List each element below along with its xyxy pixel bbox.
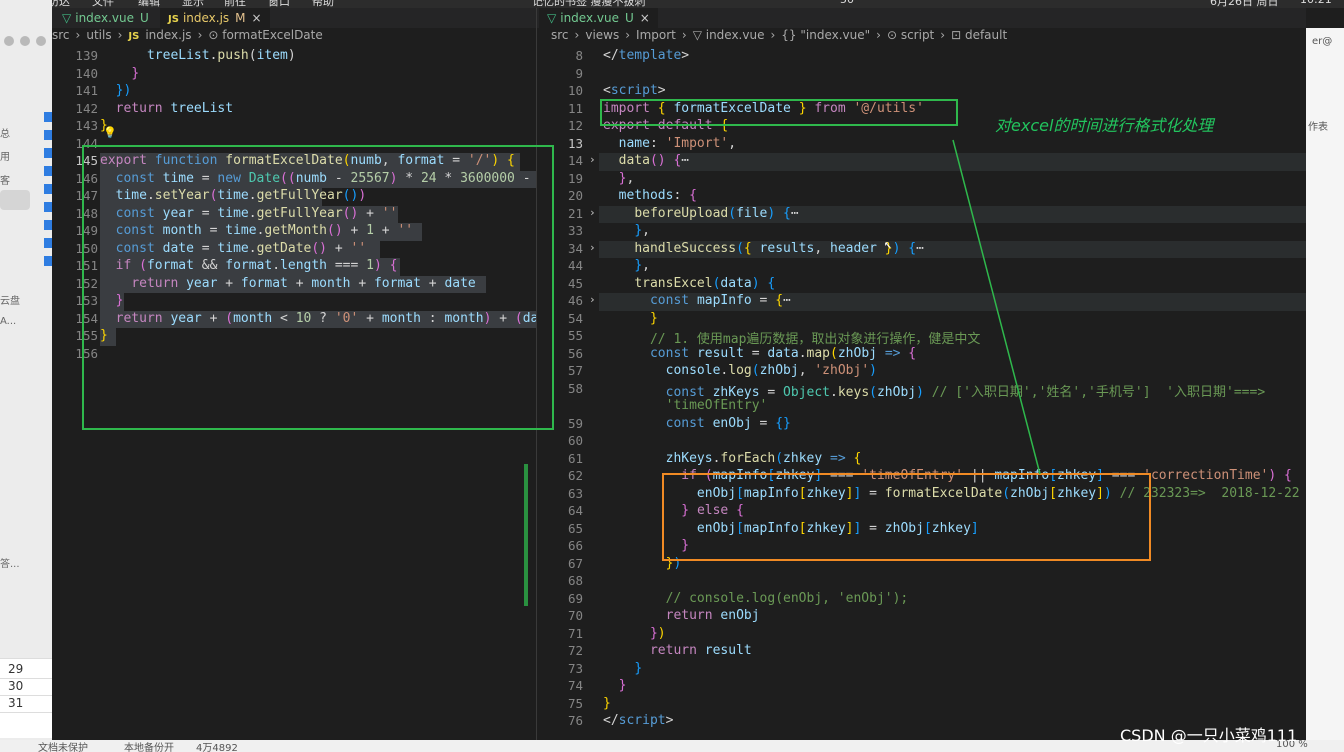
status-item: 4万4892 xyxy=(196,743,238,752)
status-item: 文档未保护 xyxy=(38,743,88,752)
csdn-watermark: CSDN @一只小菜鸡111 xyxy=(1120,726,1298,745)
status-item: 本地备份开 xyxy=(124,743,174,752)
annotation-text: 对excel的时间进行格式化处理 xyxy=(995,116,1214,135)
